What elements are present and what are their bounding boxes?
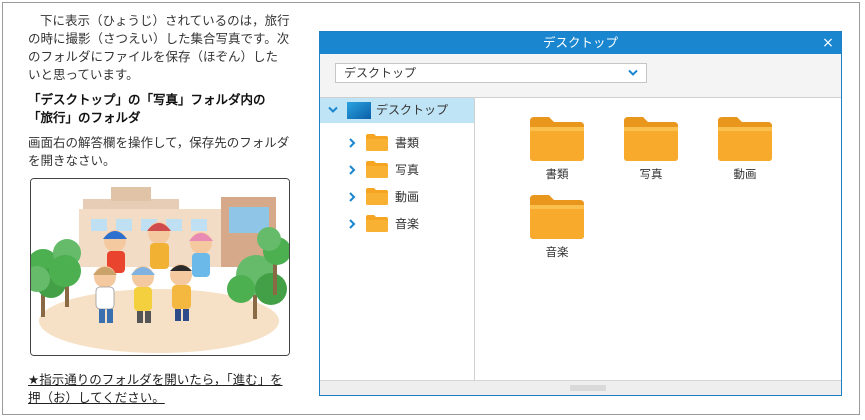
question-intro: 下に表示（ひょうじ）されているのは，旅行の時に撮影（さつえい）した集合写真です。… xyxy=(28,13,290,82)
folder-tile-videos[interactable]: 動画 xyxy=(717,116,787,188)
question-target: 「デスクトップ」の「写真」フォルダ内の「旅行」のフォルダ xyxy=(28,92,266,125)
window-titlebar: デスクトップ × xyxy=(320,32,841,54)
folder-icon xyxy=(366,188,388,205)
folder-window: デスクトップ × デスクトップ デスクトップ 書類 写真 動画 音楽 書類 写真… xyxy=(319,31,842,396)
close-icon[interactable]: × xyxy=(819,32,837,54)
folder-icon xyxy=(530,117,584,161)
folder-content-pane: 書類 写真 動画 音楽 xyxy=(475,97,841,380)
tree-item-videos[interactable]: 動画 xyxy=(320,186,474,208)
folder-icon xyxy=(624,117,678,161)
chevron-right-icon[interactable] xyxy=(347,213,357,235)
folder-label: 写真 xyxy=(639,167,663,181)
tree-item-label: 動画 xyxy=(395,190,420,204)
group-photo-illustration xyxy=(30,178,290,356)
tree-item-label: 写真 xyxy=(395,163,420,177)
folder-tree: デスクトップ 書類 写真 動画 音楽 xyxy=(320,97,475,380)
desktop-icon xyxy=(347,102,371,119)
chevron-right-icon[interactable] xyxy=(347,159,357,181)
tree-item-photos[interactable]: 写真 xyxy=(320,159,474,181)
folder-label: 音楽 xyxy=(545,245,569,259)
resize-grip-icon[interactable] xyxy=(570,385,606,391)
chevron-down-icon[interactable] xyxy=(328,106,338,114)
folder-icon xyxy=(718,117,772,161)
window-title: デスクトップ xyxy=(542,35,618,50)
folder-tile-music[interactable]: 音楽 xyxy=(529,194,599,266)
tree-item-music[interactable]: 音楽 xyxy=(320,213,474,235)
folder-label: 動画 xyxy=(733,167,757,181)
chevron-right-icon[interactable] xyxy=(347,186,357,208)
folder-tile-documents[interactable]: 書類 xyxy=(529,116,599,188)
folder-icon xyxy=(530,195,584,239)
tree-item-documents[interactable]: 書類 xyxy=(320,132,474,154)
address-dropdown[interactable]: デスクトップ xyxy=(335,63,647,83)
proceed-note: ★指示通りのフォルダを開いたら，「進む」を押（お）してください。 xyxy=(28,372,283,405)
tree-item-label: 書類 xyxy=(395,136,420,150)
tree-root-label: デスクトップ xyxy=(376,103,449,117)
folder-icon xyxy=(366,134,388,151)
question-instruction: 画面右の解答欄を操作して，保存先のフォルダを開きなさい。 xyxy=(28,135,290,168)
chevron-right-icon[interactable] xyxy=(347,132,357,154)
chevron-down-icon xyxy=(628,69,638,76)
folder-label: 書類 xyxy=(545,167,569,181)
address-value: デスクトップ xyxy=(344,66,417,80)
folder-tile-photos[interactable]: 写真 xyxy=(623,116,693,188)
tree-item-desktop[interactable]: デスクトップ xyxy=(320,98,474,123)
folder-icon xyxy=(366,161,388,178)
question-panel: 下に表示（ひょうじ）されているのは，旅行の時に撮影（さつえい）した集合写真です。… xyxy=(28,12,290,170)
folder-icon xyxy=(366,215,388,232)
status-bar xyxy=(320,380,841,395)
tree-item-label: 音楽 xyxy=(395,217,420,231)
